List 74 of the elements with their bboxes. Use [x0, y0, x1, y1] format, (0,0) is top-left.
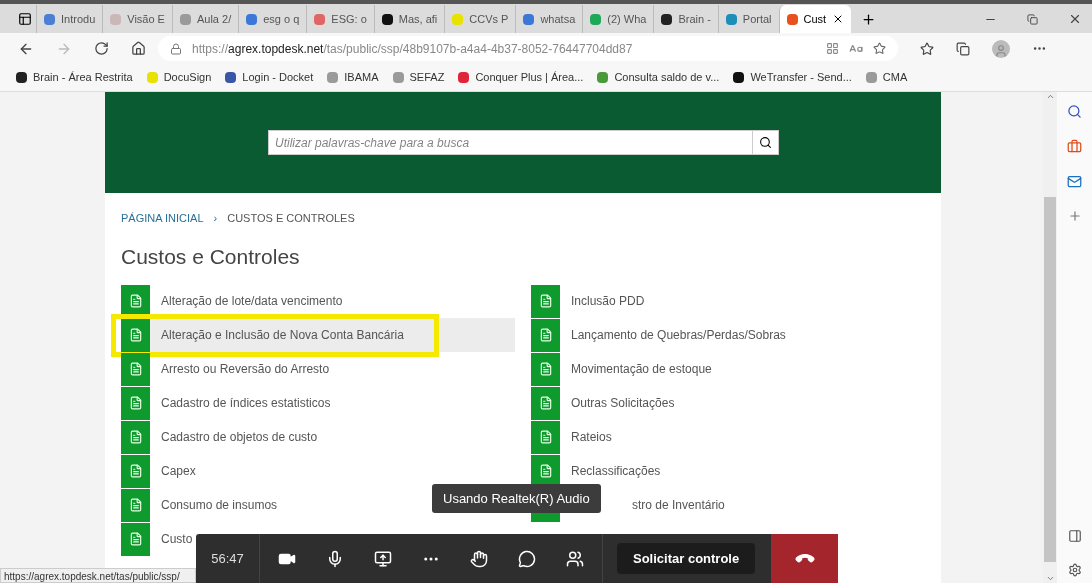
search-icon[interactable] [1067, 104, 1082, 119]
breadcrumb-separator: › [213, 211, 218, 226]
tooltip: Usando Realtek(R) Audio [432, 484, 601, 513]
mail-icon[interactable] [1067, 174, 1082, 189]
document-icon [121, 488, 150, 522]
lock-icon [170, 42, 182, 55]
scroll-down-icon[interactable] [1045, 574, 1055, 583]
request-link[interactable]: Rateios [560, 428, 612, 446]
document-icon [121, 454, 150, 488]
search-icon [759, 136, 772, 149]
collections-icon[interactable] [956, 41, 970, 56]
bookmark[interactable]: Conquer Plus | Área... [458, 69, 584, 86]
request-link[interactable]: Custo [150, 530, 193, 548]
bookmark[interactable]: Brain - Área Restrita [16, 69, 133, 86]
request-link[interactable]: Reclassificações [560, 462, 661, 480]
document-icon [531, 386, 560, 420]
bookmark[interactable]: Login - Docket [225, 69, 314, 86]
request-link[interactable]: Consumo de insumos [150, 496, 278, 514]
breadcrumb-link[interactable]: PÁGINA INICIAL [121, 210, 204, 227]
breadcrumb-current: CUSTOS E CONTROLES [227, 211, 355, 226]
chat-icon[interactable] [518, 549, 536, 568]
bookmark[interactable]: CMA [865, 69, 908, 86]
scrollbar-thumb[interactable] [1044, 197, 1056, 562]
request-link[interactable]: Arresto ou Reversão do Arresto [150, 360, 330, 378]
request-link[interactable]: Capex [150, 462, 196, 480]
microphone-icon[interactable] [326, 549, 344, 568]
raise-hand-icon[interactable] [470, 549, 488, 568]
request-link[interactable]: Alteração de lote/data vencimento [150, 292, 343, 310]
request-link[interactable]: Cadastro de índices estatisticos [150, 394, 331, 412]
request-link[interactable]: Cadastro de objetos de custo [150, 428, 318, 446]
request-link[interactable]: Inclusão PDD [560, 292, 645, 310]
favorites-icon[interactable] [920, 41, 934, 56]
scroll-up-icon[interactable] [1045, 92, 1055, 101]
settings-icon[interactable] [1067, 563, 1082, 577]
request-control-button[interactable]: Solicitar controle [617, 543, 756, 574]
search-field[interactable]: Utilizar palavras-chave para a busca [268, 130, 753, 155]
hang-up-button[interactable] [771, 534, 838, 583]
search-button[interactable] [753, 130, 779, 155]
document-icon [121, 386, 150, 420]
star-icon[interactable] [873, 42, 886, 55]
people-icon[interactable] [566, 549, 584, 568]
document-icon [121, 420, 150, 454]
tab-actions-icon[interactable] [18, 12, 32, 26]
grid-icon[interactable] [826, 42, 839, 55]
scrollbar[interactable] [1043, 92, 1057, 583]
bookmark[interactable]: DocuSign [146, 69, 212, 86]
document-icon [121, 352, 150, 386]
url-text: https://agrex.topdesk.net/tas/public/ssp/48b9107b-a4a4-4b37-8052-76447704dd87 [192, 40, 633, 58]
document-icon [531, 352, 560, 386]
document-icon [531, 420, 560, 454]
request-link[interactable]: Lançamento de Quebras/Perdas/Sobras [560, 326, 786, 344]
status-url: https://agrex.topdesk.net/tas/public/ssp/ [0, 568, 196, 583]
request-link[interactable]: Movimentação de estoque [560, 360, 712, 378]
page-title: Custos e Controles [120, 243, 301, 270]
document-icon [121, 318, 150, 352]
reload-icon[interactable] [94, 41, 109, 56]
briefcase-icon[interactable] [1067, 139, 1082, 154]
avatar-icon[interactable] [992, 39, 1010, 58]
new-tab-icon[interactable] [861, 11, 877, 27]
browser-tab[interactable]: Cust [778, 5, 852, 33]
bookmark[interactable]: WeTransfer - Send... [733, 69, 852, 86]
document-icon [531, 318, 560, 352]
close-icon[interactable] [1068, 12, 1082, 26]
restore-icon[interactable] [1027, 13, 1038, 25]
bookmark[interactable]: IBAMA [327, 69, 379, 86]
bookmark[interactable]: SEFAZ [392, 69, 445, 86]
address-field[interactable]: https://agrex.topdesk.net/tas/public/ssp/48b9107b-a4a4-4b37-8052-76447704dd87 [158, 36, 898, 61]
request-link[interactable]: Outras Solicitações [560, 394, 675, 412]
bookmark[interactable]: Consulta saldo de v... [597, 69, 720, 86]
sidebar-toggle-icon[interactable] [1067, 529, 1082, 543]
share-screen-icon[interactable] [374, 549, 392, 568]
document-icon [531, 284, 560, 318]
document-icon [121, 522, 150, 556]
home-icon[interactable] [131, 41, 146, 56]
